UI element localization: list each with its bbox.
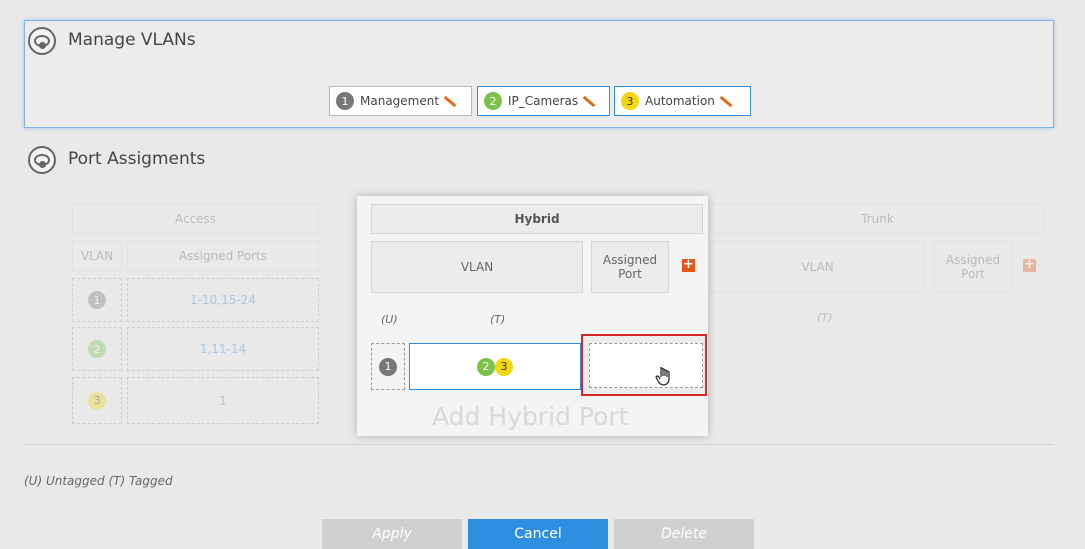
access-header: Access	[72, 204, 319, 234]
trunk-tagged-label: (T)	[817, 311, 833, 324]
access-row-ports[interactable]: 1	[127, 377, 319, 424]
hybrid-tagged-cell[interactable]: 2 3	[409, 343, 581, 390]
vlan-name: IP_Cameras	[508, 94, 579, 108]
hybrid-untagged-cell[interactable]: 1	[371, 343, 405, 390]
pencil-icon[interactable]	[443, 95, 457, 107]
hybrid-assigned-port-cell[interactable]	[589, 343, 703, 388]
vlan-badge-2: 2	[484, 92, 502, 110]
add-hybrid-port-placeholder[interactable]: Add Hybrid Port	[432, 402, 628, 431]
vlan-chip-ip-cameras[interactable]: 2 IP_Cameras	[477, 86, 610, 116]
trunk-col-port: Assigned Port	[934, 241, 1012, 293]
vlan-badge-3: 3	[621, 92, 639, 110]
hybrid-add-icon[interactable]: +	[682, 258, 695, 272]
vlan-badge-2: 2	[477, 357, 495, 376]
vlan-badge-1: 1	[88, 291, 106, 309]
divider	[24, 444, 1052, 445]
access-row-ports[interactable]: 1-10,15-24	[127, 278, 319, 322]
pencil-icon[interactable]	[582, 95, 596, 107]
apply-button[interactable]: Apply	[322, 519, 462, 549]
port-network-icon	[28, 146, 56, 174]
vlan-name: Management	[360, 94, 440, 108]
hybrid-tagged-label: (T)	[490, 313, 506, 326]
vlan-badge-3: 3	[495, 357, 513, 376]
access-row-vlan[interactable]: 2	[72, 327, 122, 371]
vlan-network-icon	[28, 27, 56, 55]
pencil-icon[interactable]	[719, 95, 733, 107]
access-row-vlan[interactable]: 3	[72, 377, 122, 424]
hybrid-untagged-label: (U)	[381, 313, 398, 326]
vlan-badge-1: 1	[379, 357, 397, 376]
vlan-badge-3: 3	[88, 391, 106, 410]
hybrid-col-port: Assigned Port	[591, 241, 669, 293]
manage-vlans-title: Manage VLANs	[68, 30, 196, 50]
trunk-header: Trunk	[710, 204, 1045, 234]
hybrid-col-vlan: VLAN	[371, 241, 583, 293]
port-assignments-title: Port Assigments	[68, 149, 206, 169]
access-row-vlan[interactable]: 1	[72, 278, 122, 322]
delete-button[interactable]: Delete	[614, 519, 754, 549]
vlan-badge-1: 1	[336, 92, 354, 110]
legend-text: (U) Untagged (T) Tagged	[24, 474, 173, 488]
trunk-add-icon[interactable]: +	[1023, 258, 1036, 272]
vlan-badge-2: 2	[88, 340, 106, 358]
hand-cursor-icon	[655, 367, 670, 386]
access-col-ports: Assigned Ports	[127, 241, 319, 271]
vlan-name: Automation	[645, 94, 715, 108]
vlan-chip-automation[interactable]: 3 Automation	[614, 86, 751, 116]
access-row-ports[interactable]: 1,11-14	[127, 327, 319, 371]
vlan-chip-management[interactable]: 1 Management	[329, 86, 472, 116]
access-col-vlan: VLAN	[72, 241, 122, 271]
cancel-button[interactable]: Cancel	[468, 519, 608, 549]
trunk-col-vlan: VLAN	[710, 241, 925, 293]
hybrid-header: Hybrid	[371, 204, 703, 234]
